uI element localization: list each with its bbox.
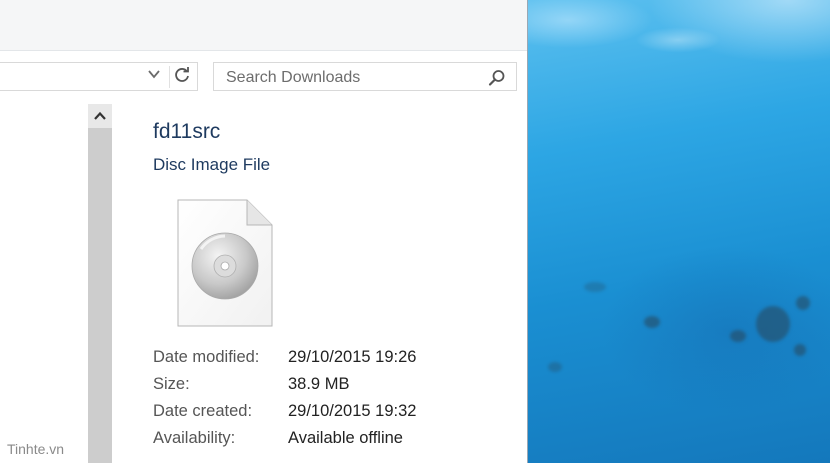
property-value: 38.9 MB xyxy=(288,375,350,393)
property-label: Date modified: xyxy=(153,348,260,366)
property-label: Size: xyxy=(153,375,190,393)
property-value: 29/10/2015 19:26 xyxy=(288,348,417,366)
property-value: Available offline xyxy=(288,429,403,447)
property-label: Availability: xyxy=(153,429,236,447)
vertical-scrollbar[interactable] xyxy=(88,104,112,463)
property-label: Date created: xyxy=(153,402,253,420)
scroll-thumb[interactable] xyxy=(88,128,112,463)
watermark: Tinhte.vn xyxy=(7,441,65,457)
disc-image-file-icon xyxy=(177,199,273,327)
file-name: fd11src xyxy=(153,120,221,143)
chevron-up-icon xyxy=(94,111,106,120)
property-value: 29/10/2015 19:32 xyxy=(288,402,417,420)
preview-pane: fd11src Disc Image File Date modified: 2… xyxy=(153,0,513,463)
file-type: Disc Image File xyxy=(153,155,271,174)
scroll-up-button[interactable] xyxy=(88,104,112,128)
explorer-window: fd11src Disc Image File Da xyxy=(0,0,528,463)
desktop-wallpaper xyxy=(528,0,830,463)
